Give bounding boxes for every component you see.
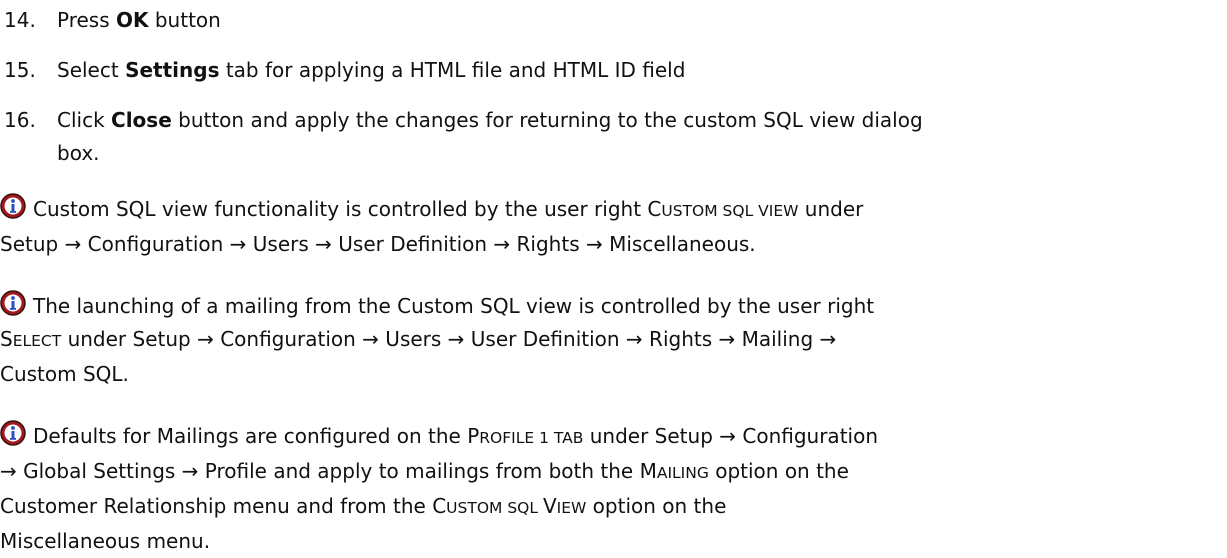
- note-path-line: Custom SQL.: [0, 362, 129, 386]
- note-line-3: Customer Relationship menu and from the …: [0, 490, 1220, 525]
- note-smallcaps: C: [432, 494, 447, 518]
- note-path-line: under Setup → Configuration: [583, 424, 878, 448]
- note-smallcaps: USTOM: [446, 499, 503, 517]
- step-text-pre: Click: [57, 108, 112, 132]
- note-text: Defaults for Mailings are configured on …: [28, 420, 1220, 455]
- step-ok-label: OK: [116, 8, 149, 32]
- step-text-post-line2: box.: [57, 141, 100, 165]
- note-smallcaps: 1 TAB: [534, 429, 584, 447]
- step-16: 16. Click Close button and apply the cha…: [4, 104, 1214, 170]
- note-smallcaps: IEW: [556, 499, 587, 517]
- note-text: The launching of a mailing from the Cust…: [33, 294, 875, 318]
- step-number: 15.: [4, 58, 36, 82]
- note-line-2: SELECT under Setup → Configuration → Use…: [0, 323, 1220, 358]
- info-icon: [0, 193, 28, 221]
- note-smallcaps: USTOM: [661, 202, 718, 220]
- step-text-pre: Select: [57, 58, 126, 82]
- info-icon: [0, 420, 28, 448]
- step-text: Click Close button and apply the changes…: [57, 104, 1214, 170]
- note-custom-sql-right: Custom SQL view functionality is control…: [0, 193, 1220, 261]
- note-text-line: Customer Relationship menu and from the: [0, 494, 433, 518]
- step-number: 14.: [4, 8, 36, 32]
- step-text-pre: Press: [57, 8, 116, 32]
- step-14: 14. Press OK button: [4, 4, 1214, 37]
- note-text-line: option on the: [586, 494, 727, 518]
- note-mailing-defaults: Defaults for Mailings are configured on …: [0, 420, 1220, 558]
- step-text: Press OK button: [57, 4, 1214, 37]
- step-text-post: button and apply the changes for returni…: [171, 108, 923, 132]
- note-smallcaps: M: [639, 459, 657, 483]
- note-text-line: under: [798, 197, 864, 221]
- note-text-line: Defaults for Mailings are configured on …: [33, 424, 468, 448]
- note-path-line: Setup → Configuration → Users → User Def…: [0, 232, 756, 256]
- note-smallcaps: V: [542, 494, 557, 518]
- note-line-2: → Global Settings → Profile and apply to…: [0, 455, 1220, 490]
- note-smallcaps: ROFILE: [479, 429, 535, 447]
- note-smallcaps: ELECT: [12, 332, 62, 350]
- step-settings-label: Settings: [125, 58, 220, 82]
- step-15: 15. Select Settings tab for applying a H…: [4, 54, 1214, 87]
- note-mailing-launch-right: The launching of a mailing from the Cust…: [0, 290, 1220, 391]
- step-close-label: Close: [111, 108, 172, 132]
- step-text-post: tab for applying a HTML file and HTML ID…: [219, 58, 686, 82]
- step-number: 16.: [4, 108, 36, 132]
- note-smallcaps: SQL: [717, 202, 759, 220]
- note-path-line: under Setup → Configuration → Users → Us…: [61, 327, 837, 351]
- note-text-line: Custom SQL view functionality is control…: [33, 197, 648, 221]
- note-smallcaps: P: [467, 424, 480, 448]
- note-text: Custom SQL view functionality is control…: [28, 193, 1220, 228]
- step-text-post: button: [148, 8, 221, 32]
- note-smallcaps: VIEW: [758, 202, 799, 220]
- note-path-line: → Global Settings → Profile and apply to…: [0, 459, 640, 483]
- step-text: Select Settings tab for applying a HTML …: [57, 54, 1214, 87]
- note-text-line: option on the: [708, 459, 849, 483]
- note-smallcaps: AILING: [656, 464, 709, 482]
- info-icon: [0, 290, 28, 318]
- note-smallcaps: C: [647, 197, 662, 221]
- note-smallcaps: SQL: [502, 499, 543, 517]
- note-smallcaps: S: [0, 327, 13, 351]
